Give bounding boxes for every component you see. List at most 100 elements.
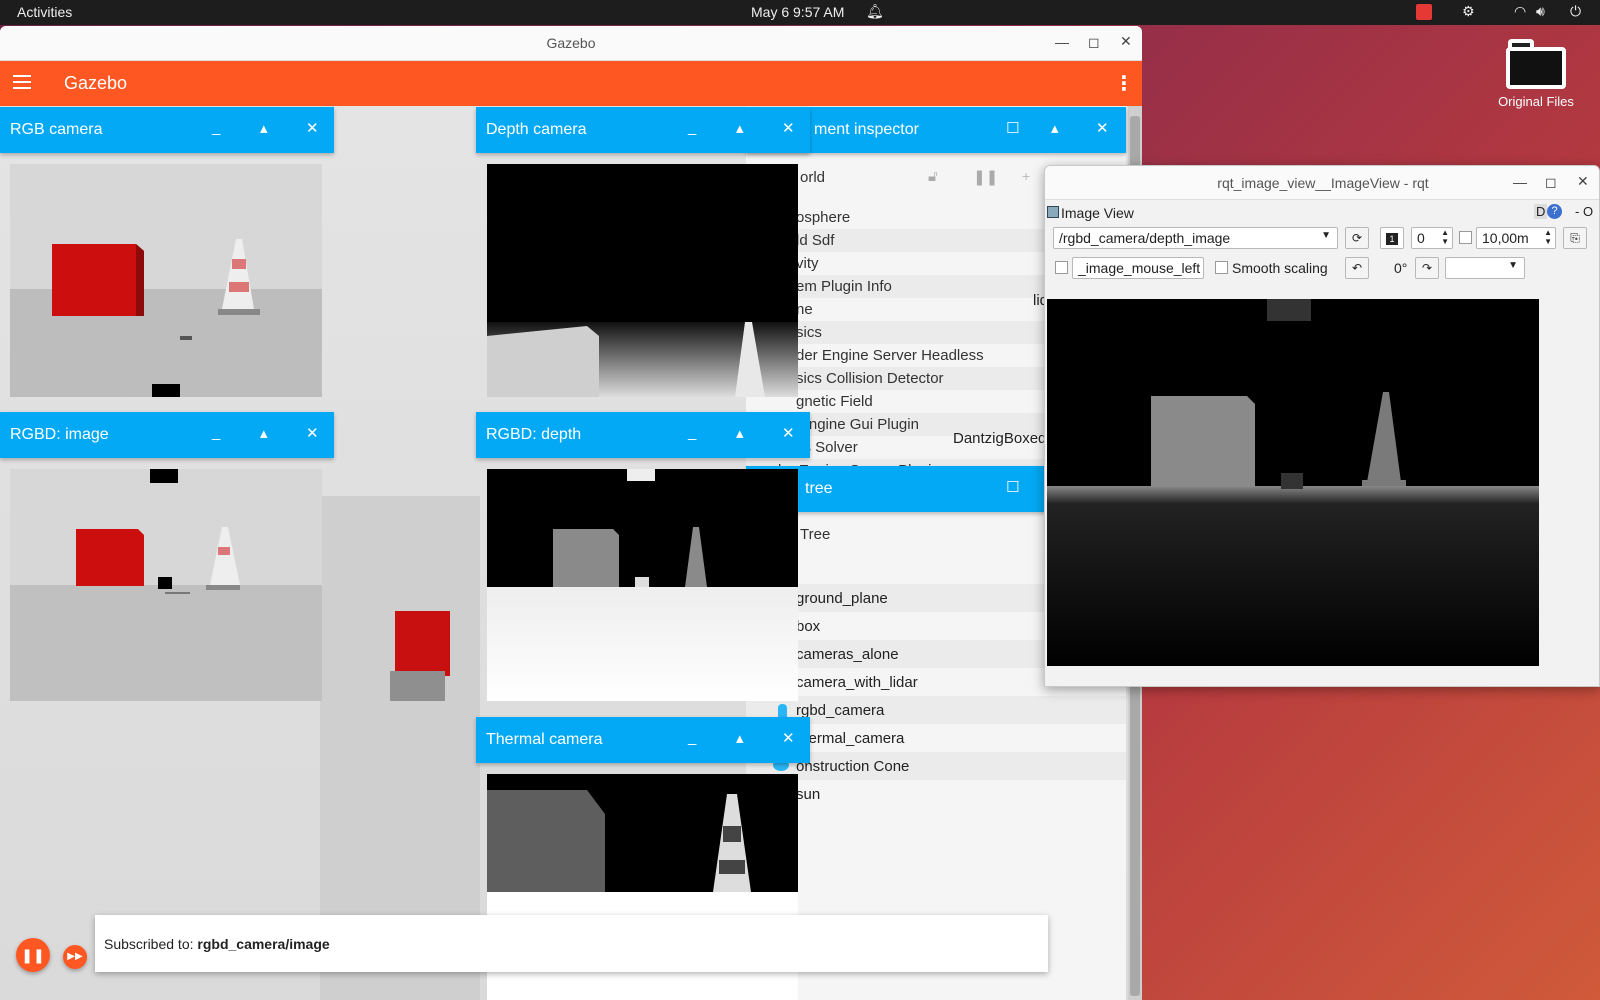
inspector-world-label: orld: [800, 169, 826, 186]
card-title: tree: [805, 480, 833, 497]
plugin-title: Image View: [1061, 205, 1134, 221]
maximize-card-icon[interactable]: ☐: [1006, 119, 1019, 137]
collapse-card-icon[interactable]: ▴: [260, 424, 268, 442]
clock[interactable]: May 6 9:57 AM: [751, 4, 844, 20]
minimize-card-icon[interactable]: _: [688, 424, 696, 441]
bell-icon[interactable]: 🔔︎: [866, 3, 884, 20]
pause-simulation-button[interactable]: ❚❚: [16, 938, 50, 972]
gazebo-app-bar: Gazebo ⋮: [0, 61, 1142, 106]
inspector-solver-value: DantzigBoxed: [953, 430, 1047, 447]
collapse-card-icon[interactable]: ▴: [260, 119, 268, 137]
kebab-menu-icon[interactable]: ⋮: [1114, 71, 1134, 96]
hamburger-menu-icon[interactable]: [13, 75, 31, 89]
close-button[interactable]: ✕: [1577, 173, 1589, 190]
activities-button[interactable]: Activities: [17, 4, 72, 20]
minimize-card-icon[interactable]: _: [212, 424, 220, 441]
step-forward-button[interactable]: ▶▶: [63, 945, 87, 969]
desktop-folder-original-files[interactable]: Original Files: [1495, 35, 1577, 109]
dynamic-range-icon[interactable]: 1: [1380, 227, 1404, 249]
power-icon[interactable]: ⏻: [1570, 3, 1581, 20]
wifi-icon[interactable]: ◠: [1514, 3, 1526, 20]
thermal-camera-card-header[interactable]: Thermal camera _ ▴ ✕: [476, 717, 810, 763]
card-title: RGB camera: [10, 121, 103, 138]
depth-camera-card-header[interactable]: Depth camera _ ▴ ✕: [476, 107, 810, 153]
maximize-card-icon[interactable]: ☐: [1006, 478, 1019, 496]
window-title: Gazebo: [546, 35, 596, 51]
maximize-button[interactable]: ◻: [1545, 174, 1557, 191]
pause-icon[interactable]: ❚❚: [973, 168, 998, 186]
settings-gear-icon[interactable]: ⚙: [1462, 3, 1475, 20]
close-card-icon[interactable]: ✕: [782, 424, 795, 442]
tree-item[interactable]: sun: [746, 780, 1126, 808]
collapse-card-icon[interactable]: ▴: [736, 424, 744, 442]
close-card-icon[interactable]: ✕: [306, 424, 319, 442]
add-icon[interactable]: +: [1022, 168, 1030, 184]
plugin-icon: [1047, 206, 1059, 218]
rgbd-depth-view: [487, 469, 798, 701]
refresh-icon[interactable]: ⟳: [1345, 227, 1369, 249]
mouse-topic-field[interactable]: _image_mouse_left: [1072, 257, 1204, 279]
rotate-left-icon[interactable]: ↶: [1345, 257, 1369, 279]
save-image-icon[interactable]: ⎘: [1563, 227, 1587, 249]
rgbd-image-render: [10, 469, 322, 701]
chevron-down-icon: ▼: [1508, 260, 1518, 271]
scene-red-box: [395, 611, 450, 676]
card-title: Thermal camera: [486, 731, 603, 748]
rgbd-image-view: [10, 469, 322, 701]
scene-pedestal: [390, 671, 445, 701]
close-card-icon[interactable]: ✕: [782, 729, 795, 747]
close-button[interactable]: ✕: [1120, 33, 1132, 50]
card-title: RGBD: image: [10, 426, 109, 443]
close-card-icon[interactable]: ✕: [1096, 119, 1109, 137]
minimize-button[interactable]: —: [1513, 174, 1527, 190]
rgbd-depth-card-header[interactable]: RGBD: depth _ ▴ ✕: [476, 412, 810, 458]
rotation-label: 0°: [1394, 260, 1408, 276]
gazebo-titlebar[interactable]: Gazebo — ◻ ✕: [0, 26, 1142, 61]
rqt-titlebar[interactable]: rqt_image_view__ImageView - rqt — ◻ ✕: [1045, 166, 1599, 200]
collapse-card-icon[interactable]: ▴: [736, 729, 744, 747]
tree-header-label: Tree: [800, 526, 831, 543]
rgb-camera-card-header[interactable]: RGB camera _ ▴ ✕: [0, 107, 334, 153]
depth-camera-image: [487, 164, 798, 397]
card-title: Depth camera: [486, 121, 587, 138]
minimize-card-icon[interactable]: _: [688, 729, 696, 746]
smooth-scaling-checkbox[interactable]: [1215, 261, 1228, 274]
mouse-publish-checkbox[interactable]: [1055, 261, 1068, 274]
minimize-button[interactable]: —: [1055, 34, 1069, 50]
system-top-bar: Activities May 6 9:57 AM 🔔︎ ⚙ ◠ 🔊︎ ⏻: [0, 0, 1600, 25]
subscription-toast: Subscribed to: rgbd_camera/image: [95, 915, 1048, 972]
rgbd-image-card-header[interactable]: RGBD: image _ ▴ ✕: [0, 412, 334, 458]
spin-arrows-icon: ▲ ▼: [1544, 228, 1552, 246]
volume-icon[interactable]: 🔊︎: [1536, 3, 1545, 20]
close-card-icon[interactable]: ✕: [306, 119, 319, 137]
model-icon: [778, 704, 787, 718]
toast-text: Subscribed to: rgbd_camera/image: [104, 936, 330, 952]
app-indicator-icon[interactable]: [1416, 4, 1432, 20]
help-icon[interactable]: ?: [1547, 204, 1562, 219]
minimize-card-icon[interactable]: _: [212, 119, 220, 136]
collapse-card-icon[interactable]: ▴: [736, 119, 744, 137]
close-card-icon[interactable]: ✕: [782, 119, 795, 137]
topic-select-value: /rgbd_camera/depth_image: [1059, 230, 1231, 246]
plugin-dock-badge[interactable]: D: [1534, 204, 1548, 219]
depth-image-display[interactable]: [1047, 299, 1539, 666]
collapse-card-icon[interactable]: ▴: [1051, 119, 1059, 137]
max-depth-spinbox[interactable]: 10,00m ▲ ▼: [1476, 227, 1556, 249]
max-depth-value: 10,00m: [1482, 230, 1529, 246]
plugin-window-controls[interactable]: - O: [1575, 204, 1593, 219]
maximize-button[interactable]: ◻: [1088, 34, 1100, 51]
color-scheme-select[interactable]: ▼: [1445, 257, 1525, 279]
app-title: Gazebo: [64, 73, 128, 93]
folder-icon: [1506, 35, 1566, 90]
depth-camera-render: [487, 322, 798, 397]
topic-select[interactable]: /rgbd_camera/depth_image ▼: [1053, 227, 1338, 249]
min-depth-value: 0: [1417, 230, 1425, 246]
max-depth-checkbox[interactable]: [1459, 231, 1472, 244]
smooth-scaling-label: Smooth scaling: [1232, 260, 1328, 276]
minimize-card-icon[interactable]: _: [688, 119, 696, 136]
min-depth-spinbox[interactable]: 0 ▲ ▼: [1411, 227, 1453, 249]
rotate-right-icon[interactable]: ↷: [1415, 257, 1439, 279]
chevron-down-icon: ▼: [1321, 230, 1331, 241]
lock-icon[interactable]: 🔓︎: [928, 168, 938, 185]
rgb-camera-image: [10, 164, 322, 397]
